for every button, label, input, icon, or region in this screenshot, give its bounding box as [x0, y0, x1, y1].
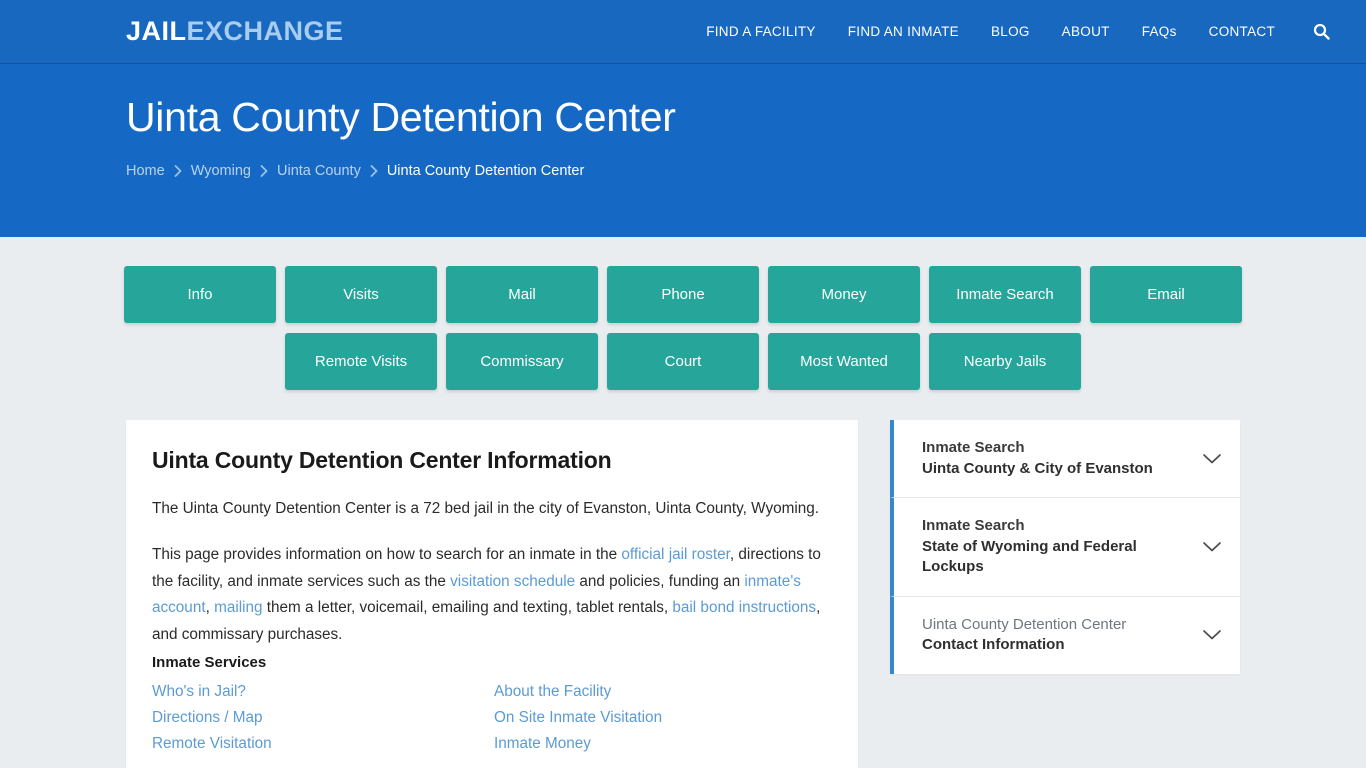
tab-info[interactable]: Info	[124, 266, 276, 323]
accordion-item-inmate-search-state-federal[interactable]: Inmate Search State of Wyoming and Feder…	[890, 498, 1240, 597]
service-link-remote-visitation[interactable]: Remote Visitation	[152, 731, 494, 757]
text-fragment: ,	[205, 599, 215, 617]
tab-most-wanted[interactable]: Most Wanted	[768, 333, 920, 390]
chevron-right-icon	[361, 165, 387, 178]
nav-item-faqs[interactable]: FAQs	[1126, 24, 1193, 39]
page-hero: Uinta County Detention Center Home Wyomi…	[0, 64, 1366, 237]
nav-item-about[interactable]: ABOUT	[1046, 24, 1126, 39]
breadcrumb-item-wyoming[interactable]: Wyoming	[191, 163, 251, 179]
tab-money[interactable]: Money	[768, 266, 920, 323]
tab-email[interactable]: Email	[1090, 266, 1242, 323]
description-paragraph: This page provides information on how to…	[152, 542, 832, 648]
accordion-line-2: State of Wyoming and Federal Lockups	[922, 537, 1137, 576]
tab-visits[interactable]: Visits	[285, 266, 437, 323]
chevron-down-icon[interactable]	[1200, 623, 1224, 647]
accordion-line-1: Uinta County Detention Center	[922, 615, 1127, 633]
breadcrumb: Home Wyoming Uinta County Uinta County D…	[126, 163, 1366, 179]
facility-section-tabs: Info Visits Mail Phone Money Inmate Sear…	[0, 237, 1366, 390]
chevron-right-icon	[251, 165, 277, 178]
text-fragment: and policies, funding an	[575, 572, 745, 590]
chevron-down-icon[interactable]	[1200, 447, 1224, 471]
accordion-label-group: Inmate Search Uinta County & City of Eva…	[922, 438, 1188, 479]
service-link-inmate-money[interactable]: Inmate Money	[494, 731, 832, 757]
nav-item-contact[interactable]: CONTACT	[1193, 24, 1291, 39]
accordion-line-2: Contact Information	[922, 636, 1065, 654]
link-visitation-schedule[interactable]: visitation schedule	[450, 573, 575, 590]
logo-text-exchange: EXCHANGE	[186, 16, 344, 46]
accordion-label-group: Uinta County Detention Center Contact In…	[922, 615, 1188, 656]
sidebar-accordion: Inmate Search Uinta County & City of Eva…	[890, 420, 1240, 674]
tab-nearby-jails[interactable]: Nearby Jails	[929, 333, 1081, 390]
inmate-services-heading: Inmate Services	[152, 654, 267, 672]
service-link-on-site-inmate-visitation[interactable]: On Site Inmate Visitation	[494, 705, 832, 731]
tab-row-1: Info Visits Mail Phone Money Inmate Sear…	[0, 266, 1366, 323]
accordion-item-contact-information[interactable]: Uinta County Detention Center Contact In…	[890, 596, 1240, 674]
intro-paragraph: The Uinta County Detention Center is a 7…	[152, 500, 820, 517]
chevron-right-icon	[165, 165, 191, 178]
page-title: Uinta County Detention Center	[126, 94, 676, 140]
link-official-jail-roster[interactable]: official jail roster	[621, 546, 730, 563]
chevron-down-icon[interactable]	[1200, 535, 1224, 559]
accordion-item-inmate-search-county[interactable]: Inmate Search Uinta County & City of Eva…	[890, 420, 1240, 499]
primary-nav: FIND A FACILITY FIND AN INMATE BLOG ABOU…	[690, 23, 1344, 40]
site-logo[interactable]: JAILEXCHANGE	[126, 18, 344, 45]
tab-commissary[interactable]: Commissary	[446, 333, 598, 390]
text-fragment: them a letter, voicemail, emailing and t…	[262, 599, 673, 617]
accordion-line-2: Uinta County & City of Evanston	[922, 459, 1153, 477]
breadcrumb-item-current: Uinta County Detention Center	[386, 163, 585, 180]
accordion-line-1: Inmate Search	[922, 517, 1025, 535]
nav-item-blog[interactable]: BLOG	[975, 24, 1046, 39]
nav-item-find-a-facility[interactable]: FIND A FACILITY	[690, 24, 832, 39]
tab-phone[interactable]: Phone	[607, 266, 759, 323]
accordion-label-group: Inmate Search State of Wyoming and Feder…	[922, 516, 1188, 578]
link-mailing[interactable]: mailing	[214, 599, 262, 616]
logo-text-jail: JAIL	[126, 16, 187, 46]
search-icon	[1313, 23, 1330, 40]
tab-remote-visits[interactable]: Remote Visits	[285, 333, 437, 390]
tab-mail[interactable]: Mail	[446, 266, 598, 323]
card-title: Uinta County Detention Center Informatio…	[152, 447, 612, 473]
link-bail-bond-instructions[interactable]: bail bond instructions	[672, 599, 816, 616]
accordion-line-1: Inmate Search	[922, 439, 1025, 456]
service-link-directions-map[interactable]: Directions / Map	[152, 705, 494, 731]
nav-item-find-an-inmate[interactable]: FIND AN INMATE	[832, 24, 975, 39]
service-link-whos-in-jail[interactable]: Who's in Jail?	[152, 679, 494, 705]
service-link-about-the-facility[interactable]: About the Facility	[494, 679, 832, 705]
tab-row-2: Remote Visits Commissary Court Most Want…	[0, 333, 1366, 390]
breadcrumb-item-home[interactable]: Home	[126, 163, 165, 179]
inmate-services-list: Who's in Jail? About the Facility Direct…	[152, 679, 832, 757]
search-button[interactable]	[1291, 23, 1344, 40]
information-card: Uinta County Detention Center Informatio…	[126, 420, 858, 768]
main-content-area: Uinta County Detention Center Informatio…	[0, 400, 1366, 768]
breadcrumb-item-uinta-county[interactable]: Uinta County	[277, 163, 361, 179]
top-navigation-bar: JAILEXCHANGE FIND A FACILITY FIND AN INM…	[0, 0, 1366, 64]
tab-court[interactable]: Court	[607, 333, 759, 390]
text-fragment: This page provides information on how to…	[152, 546, 622, 564]
tab-inmate-search[interactable]: Inmate Search	[929, 266, 1081, 323]
